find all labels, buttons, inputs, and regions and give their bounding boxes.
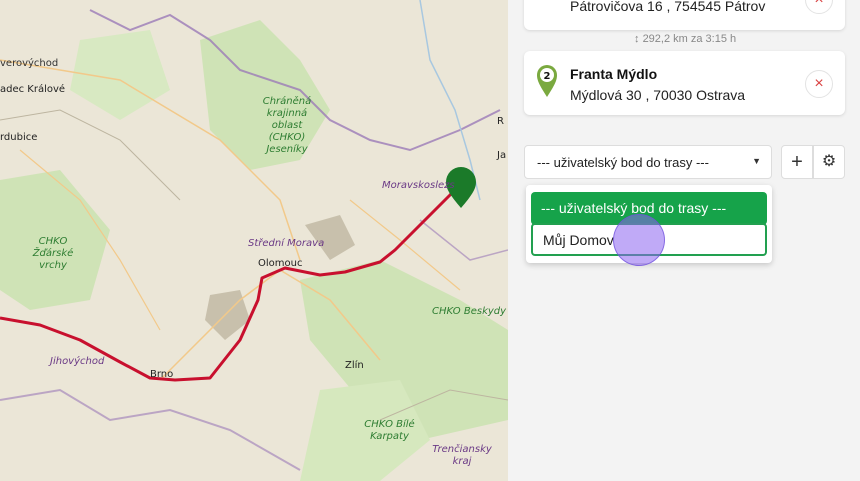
map-label-chko-jeseniky: Chráněná krajinná oblast (CHKO) Jeseníky — [262, 96, 312, 155]
select-value: --- uživatelský bod do trasy --- — [537, 155, 709, 170]
remove-stop-button[interactable]: × — [805, 70, 833, 98]
map-label-hradec: adec Králové — [0, 84, 66, 95]
distance-text: 292,2 km za 3:15 h — [642, 33, 737, 45]
map-label-r: R — [497, 116, 504, 127]
route-panel: Pátrovičova 16 , 754545 Pátrov × ↕ 292,2… — [508, 0, 860, 481]
close-icon: × — [814, 0, 823, 8]
close-icon: × — [814, 75, 824, 92]
gear-icon: ⚙ — [821, 153, 837, 170]
route-distance: ↕ 292,2 km za 3:15 h — [634, 33, 737, 45]
map-label-stredni-morava: Střední Morava — [248, 238, 325, 249]
map-label-brno: Brno — [150, 369, 174, 380]
map-label-pardubice: rdubice — [0, 132, 38, 143]
map-label-moravskoslezsky: Moravskoslezs — [382, 180, 455, 191]
cursor-indicator — [613, 214, 665, 266]
user-point-select[interactable]: --- uživatelský bod do trasy --- ▼ — [524, 145, 772, 179]
chevron-down-icon: ▼ — [752, 156, 761, 166]
add-point-button[interactable]: + — [781, 145, 813, 179]
stop-number: 2 — [544, 71, 551, 82]
map-label-chko-beskydy: CHKO Beskydy — [432, 306, 507, 317]
stop-address: Pátrovičova 16 , 754545 Pátrov — [570, 0, 766, 14]
map-label-chko-bile-karpaty: CHKO Bílé Karpaty — [364, 419, 415, 442]
plus-icon: + — [791, 151, 803, 173]
route-stop-card[interactable]: Pátrovičova 16 , 754545 Pátrov × — [524, 0, 845, 30]
stop-name: Franta Mýdlo — [570, 66, 658, 82]
map-label-trenciansky: Trenčiansky kraj — [432, 444, 492, 467]
route-stop-card[interactable]: 2 Franta Mýdlo Mýdlová 30 , 70030 Ostrav… — [524, 51, 845, 115]
map-label-chko-zdarske: CHKO Žďárské vrchy — [32, 236, 74, 271]
map-label-jihovychod: Jihovýchod — [50, 356, 105, 367]
map-label-olomouc: Olomouc — [258, 258, 303, 269]
map-label-vychod: verovýchod — [0, 58, 59, 69]
stop-address: Mýdlová 30 , 70030 Ostrava — [570, 87, 746, 103]
map-pin-icon: 2 — [537, 65, 557, 97]
map-view[interactable]: verovýchod adec Králové rdubice Chráněná… — [0, 0, 508, 481]
map-label-zlin: Zlín — [345, 360, 364, 371]
map-label-ja: Ja — [497, 150, 507, 161]
remove-stop-button[interactable]: × — [805, 0, 833, 14]
settings-button[interactable]: ⚙ — [813, 145, 845, 179]
